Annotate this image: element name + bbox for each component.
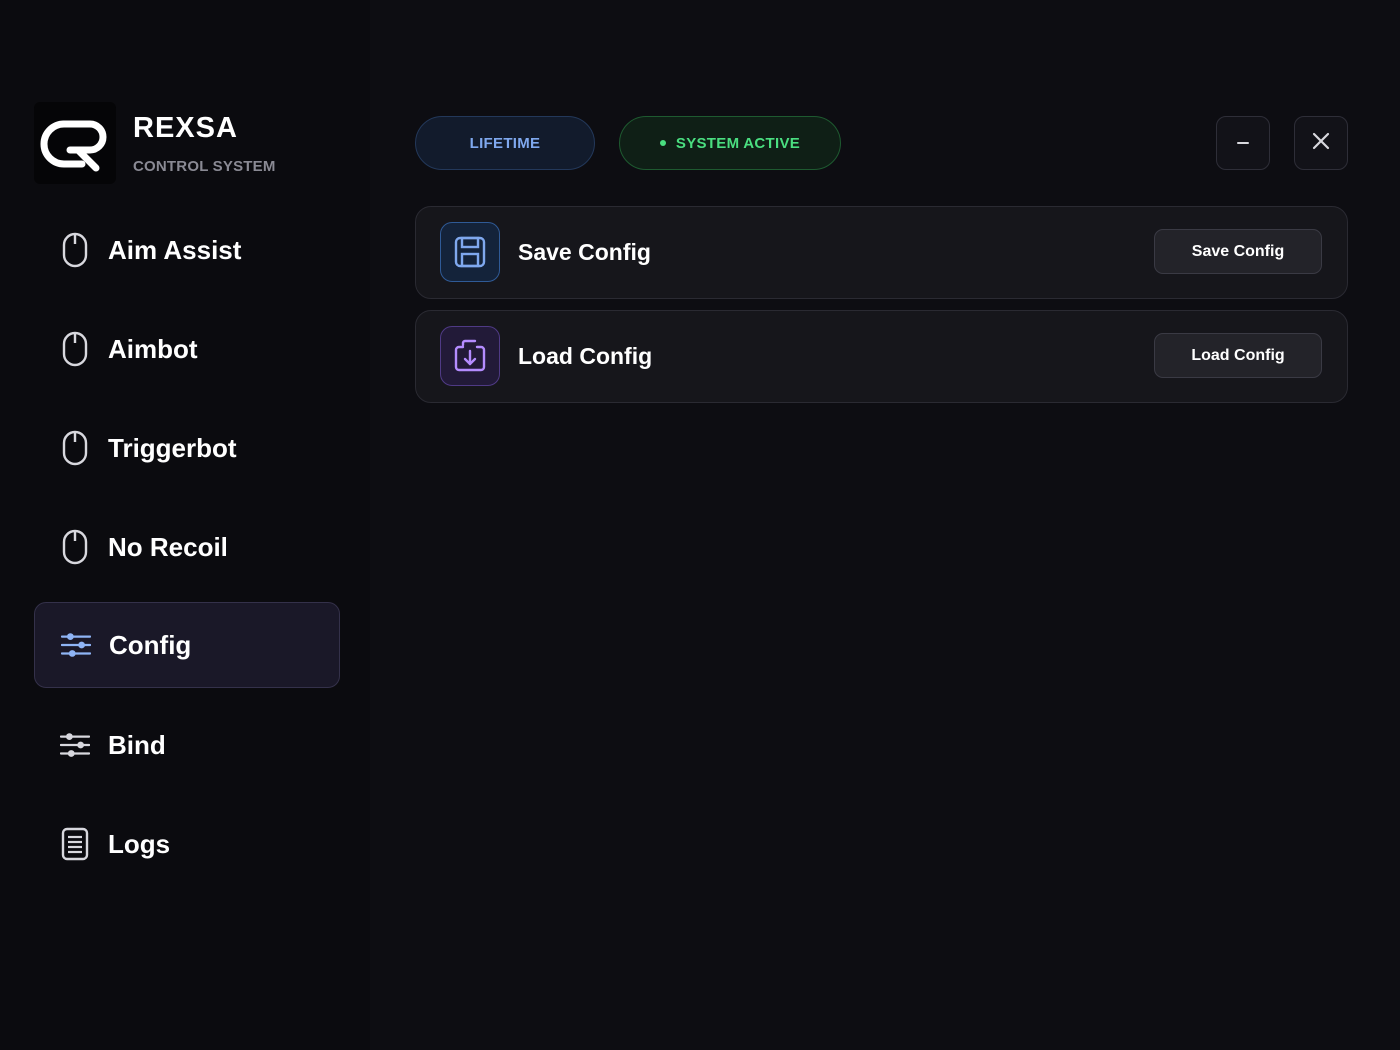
status-dot-icon [659, 140, 666, 146]
sliders-icon [60, 727, 90, 763]
import-icon [440, 326, 500, 386]
sidebar-item-config[interactable]: Config [34, 602, 340, 688]
sidebar-item-label: Triggerbot [108, 432, 237, 463]
sidebar-item-label: Logs [108, 828, 171, 859]
license-badge-label: LIFETIME [469, 134, 541, 152]
sidebar-item-label: Config [109, 629, 192, 660]
sidebar-item-label: Aimbot [108, 333, 198, 364]
document-icon [60, 826, 90, 862]
rexsa-logo-icon [34, 102, 116, 184]
brand-subtitle: CONTROL SYSTEM [133, 158, 276, 175]
sidebar-item-label: Aim Assist [108, 234, 242, 265]
sidebar: REXSA CONTROL SYSTEM Aim Assist Aimbot T… [0, 0, 370, 1050]
sidebar-item-aimbot[interactable]: Aimbot [34, 306, 340, 392]
mouse-icon [60, 529, 90, 565]
floppy-disk-icon [440, 222, 500, 282]
sliders-icon [61, 627, 91, 663]
status-badge: SYSTEM ACTIVE [619, 116, 841, 170]
save-config-button[interactable]: Save Config [1154, 229, 1322, 274]
mouse-icon [60, 430, 90, 466]
save-config-card: Save Config Save Config [415, 206, 1348, 299]
mouse-icon [60, 232, 90, 268]
load-config-title: Load Config [518, 343, 653, 369]
close-button[interactable] [1294, 116, 1348, 170]
sidebar-item-aim-assist[interactable]: Aim Assist [34, 207, 340, 293]
close-icon [1311, 131, 1331, 156]
sidebar-item-label: No Recoil [108, 531, 228, 562]
save-config-title: Save Config [518, 239, 651, 265]
sidebar-item-logs[interactable]: Logs [34, 801, 340, 887]
sidebar-item-no-recoil[interactable]: No Recoil [34, 504, 340, 590]
sidebar-item-triggerbot[interactable]: Triggerbot [34, 405, 340, 491]
status-badge-label: SYSTEM ACTIVE [675, 134, 801, 152]
license-badge: LIFETIME [415, 116, 595, 170]
sidebar-item-label: Bind [108, 729, 166, 760]
minus-icon [1235, 133, 1251, 154]
minimize-button[interactable] [1216, 116, 1270, 170]
app-window: REXSA CONTROL SYSTEM Aim Assist Aimbot T… [0, 0, 1400, 1050]
sidebar-item-bind[interactable]: Bind [34, 702, 340, 788]
load-config-card: Load Config Load Config [415, 310, 1348, 403]
load-config-button[interactable]: Load Config [1154, 333, 1322, 378]
brand-name: REXSA [133, 112, 238, 144]
mouse-icon [60, 331, 90, 367]
